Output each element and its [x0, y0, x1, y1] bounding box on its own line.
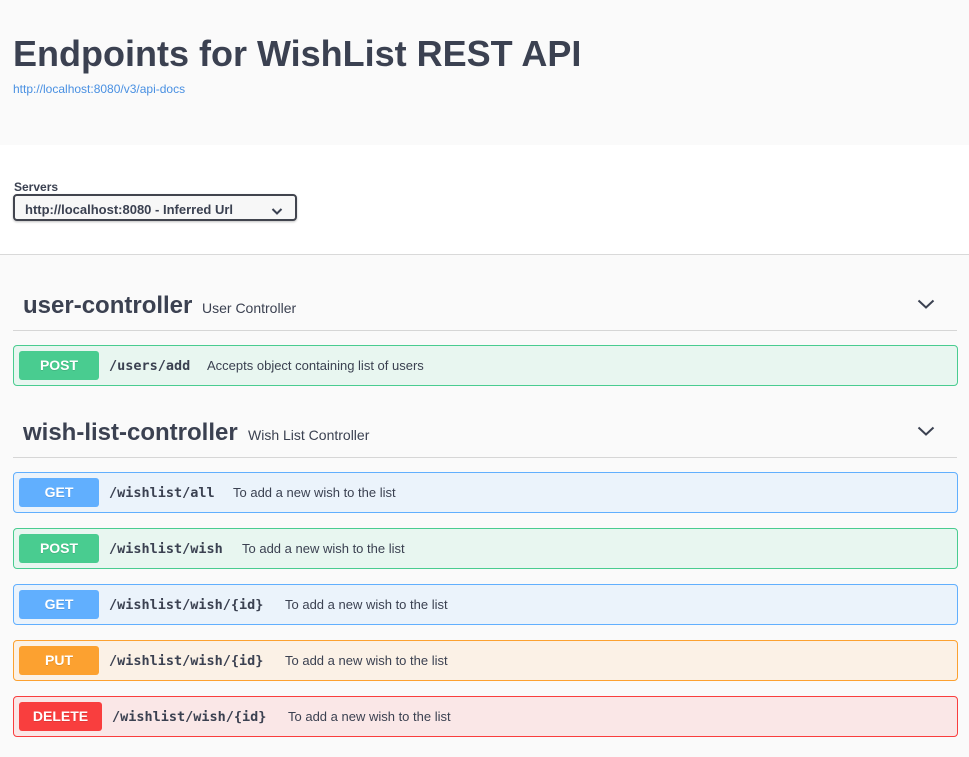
tag-header-user-controller[interactable]: user-controller User Controller [13, 280, 957, 331]
method-badge: GET [19, 478, 99, 507]
tag-description: Wish List Controller [248, 427, 370, 443]
tag-name: user-controller [23, 292, 193, 319]
method-badge: POST [19, 351, 99, 380]
operation-summary: To add a new wish to the list [233, 485, 396, 500]
operation-summary: To add a new wish to the list [242, 541, 405, 556]
info-header: Endpoints for WishList REST API http://l… [0, 0, 969, 145]
operation-put-wishlist-wish-id[interactable]: PUT /wishlist/wish/{id} To add a new wis… [13, 640, 958, 681]
operation-path: /wishlist/wish [109, 541, 223, 557]
operation-post-wishlist-wish[interactable]: POST /wishlist/wish To add a new wish to… [13, 528, 958, 569]
method-badge: DELETE [19, 702, 102, 731]
tag-header-wish-list-controller[interactable]: wish-list-controller Wish List Controlle… [13, 407, 957, 458]
page-title: Endpoints for WishList REST API [13, 33, 582, 74]
tag-description: User Controller [202, 300, 297, 316]
operation-get-wishlist-all[interactable]: GET /wishlist/all To add a new wish to t… [13, 472, 958, 513]
operation-post-users-add[interactable]: POST /users/add Accepts object containin… [13, 345, 958, 386]
operation-summary: To add a new wish to the list [285, 653, 448, 668]
servers-label: Servers [14, 180, 59, 194]
operation-path: /wishlist/all [109, 485, 215, 501]
servers-section: Servers http://localhost:8080 - Inferred… [0, 145, 969, 255]
operation-summary: To add a new wish to the list [288, 709, 451, 724]
chevron-down-icon[interactable] [917, 297, 935, 315]
chevron-down-icon[interactable] [917, 424, 935, 442]
operation-path: /users/add [109, 358, 191, 374]
tag-name: wish-list-controller [23, 419, 238, 446]
operation-path: /wishlist/wish/{id} [109, 597, 264, 613]
servers-select-value: http://localhost:8080 - Inferred Url [25, 202, 234, 217]
method-badge: GET [19, 590, 99, 619]
method-badge: PUT [19, 646, 99, 675]
operations-section: user-controller User Controller POST /us… [0, 255, 969, 757]
operation-get-wishlist-wish-id[interactable]: GET /wishlist/wish/{id} To add a new wis… [13, 584, 958, 625]
method-badge: POST [19, 534, 99, 563]
operation-path: /wishlist/wish/{id} [109, 653, 264, 669]
chevron-down-icon [271, 203, 283, 221]
operation-summary: Accepts object containing list of users [207, 358, 424, 373]
servers-select[interactable]: http://localhost:8080 - Inferred Url [13, 194, 297, 221]
operation-delete-wishlist-wish-id[interactable]: DELETE /wishlist/wish/{id} To add a new … [13, 696, 958, 737]
operation-path: /wishlist/wish/{id} [112, 709, 267, 725]
api-docs-link[interactable]: http://localhost:8080/v3/api-docs [13, 82, 185, 96]
operation-summary: To add a new wish to the list [285, 597, 448, 612]
